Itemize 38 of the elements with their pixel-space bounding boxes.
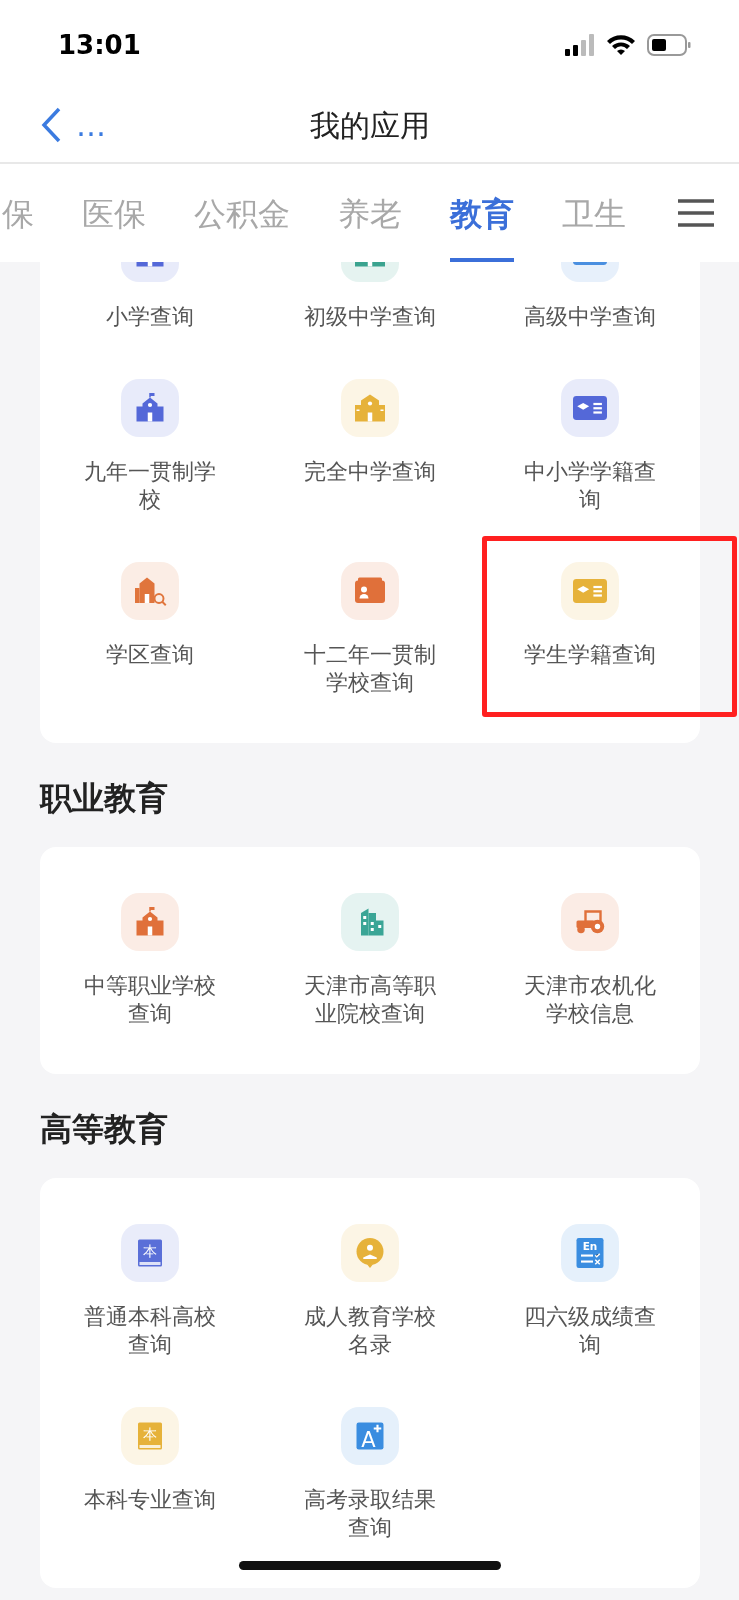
app-label[interactable]: 十二年一贯制学校查询 [295,641,445,697]
icon-tile[interactable] [121,893,179,951]
app-label[interactable]: 本科专业查询 [84,1486,216,1514]
app-label[interactable]: 学生学籍查询 [524,641,656,669]
icon-tile[interactable] [341,379,399,437]
app-label[interactable]: 完全中学查询 [304,458,436,486]
app-label[interactable]: 小学查询 [106,303,194,331]
app-label[interactable]: 中小学学籍查询 [515,458,665,514]
signal-icon [565,34,595,56]
section-title: 职业教育 [40,778,169,819]
app-label[interactable]: 成人教育学校名录 [295,1303,445,1359]
icon-tile[interactable] [121,562,179,620]
chevron-left-icon [40,106,62,144]
icon-tile[interactable] [341,562,399,620]
page-title: 我的应用 [309,106,430,145]
app-label[interactable]: 天津市农机化学校信息 [515,972,665,1028]
icon-tile[interactable] [561,562,619,620]
icon-tile[interactable] [341,1224,399,1282]
app-label[interactable]: 普通本科高校查询 [75,1303,225,1359]
app-label[interactable]: 四六级成绩查询 [515,1303,665,1359]
app-label[interactable]: 初级中学查询 [304,303,436,331]
icon-tile[interactable]: 本 [121,1224,179,1282]
icon-tile[interactable] [561,379,619,437]
wifi-icon [605,33,637,57]
back-button[interactable]: … [40,106,106,144]
section-title: 高等教育 [40,1109,169,1150]
app-label[interactable]: 高考录取结果查询 [295,1486,445,1542]
app-label[interactable]: 中等职业学校查询 [75,972,225,1028]
icon-tile[interactable] [341,893,399,951]
app-label[interactable]: 天津市高等职业院校查询 [295,972,445,1028]
app-label[interactable]: 九年一贯制学校 [75,458,225,514]
app-label[interactable]: 高级中学查询 [524,303,656,331]
icon-tile[interactable] [561,893,619,951]
app-label[interactable]: 学区查询 [106,641,194,669]
battery-icon [647,33,691,57]
icon-tile[interactable] [121,379,179,437]
menu-icon [677,198,715,228]
status-time: 13:01 [58,30,141,60]
